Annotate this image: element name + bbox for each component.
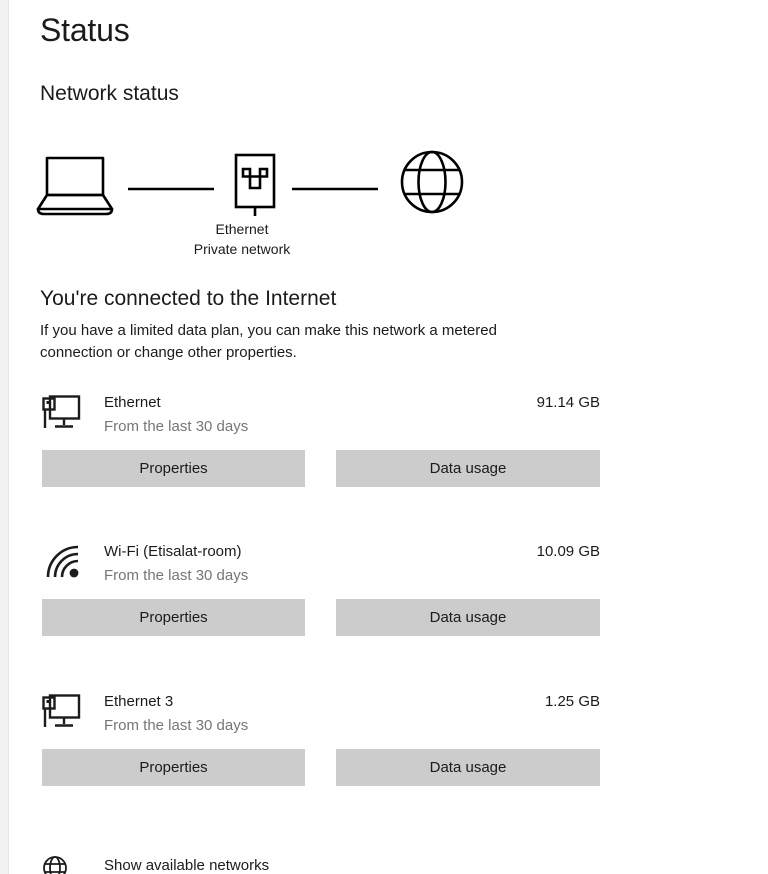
adapter-name: Wi-Fi (Etisalat-room) [104, 543, 242, 560]
properties-button[interactable]: Properties [42, 450, 305, 487]
wifi-icon [42, 541, 86, 585]
topology-adapter-name: Ethernet [215, 221, 269, 237]
section-subtitle-network-status: Network status [40, 82, 179, 105]
ethernet-port-icon [234, 153, 276, 216]
globe-icon [400, 150, 464, 214]
adapter-name: Ethernet [104, 394, 161, 411]
adapter-period: From the last 30 days [104, 418, 249, 435]
adapter-data-usage-value: 1.25 GB [544, 693, 600, 710]
adapter-data-usage-value: 10.09 GB [536, 543, 600, 560]
data-usage-button[interactable]: Data usage [336, 450, 600, 487]
data-usage-button[interactable]: Data usage [336, 749, 600, 786]
status-content: Status Network status Ethernet Private n… [0, 0, 768, 874]
laptop-icon [36, 156, 114, 216]
show-available-networks-label: Show available networks [104, 857, 270, 874]
properties-button[interactable]: Properties [42, 749, 305, 786]
properties-button[interactable]: Properties [42, 599, 305, 636]
connection-status-description: If you have a limited data plan, you can… [40, 322, 497, 361]
ethernet-monitor-icon [42, 691, 86, 735]
ethernet-monitor-icon [42, 392, 86, 436]
adapter-period: From the last 30 days [104, 717, 249, 734]
settings-status-page: Status Network status Ethernet Private n… [0, 0, 768, 874]
show-available-networks-item[interactable]: Show available networks [0, 855, 768, 874]
connection-status-heading: You're connected to the Internet [40, 287, 337, 310]
globe-icon [42, 855, 68, 874]
adapter-period: From the last 30 days [104, 567, 249, 584]
adapter-name: Ethernet 3 [104, 693, 174, 710]
data-usage-button[interactable]: Data usage [336, 599, 600, 636]
network-topology-diagram [36, 146, 466, 224]
page-title: Status [40, 12, 130, 48]
adapter-data-usage-value: 91.14 GB [536, 394, 600, 411]
topology-network-type: Private network [193, 241, 291, 257]
